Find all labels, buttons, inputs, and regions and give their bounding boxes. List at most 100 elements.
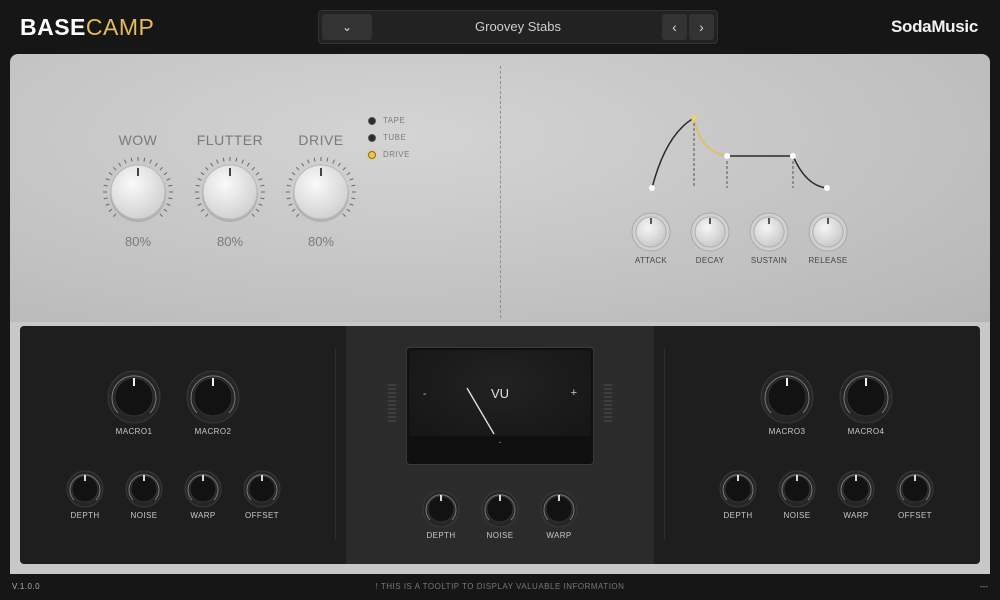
warp-label: WARP	[190, 511, 216, 520]
speaker-grille-right	[604, 384, 612, 424]
header-bar: BASECAMP ⌄ Groovey Stabs ‹ › SodaMusic	[0, 0, 1000, 54]
sustain-point[interactable]	[790, 153, 796, 159]
macro4-knob[interactable]	[836, 370, 896, 424]
noise-knob-group-center: NOISE	[475, 490, 525, 540]
depth-knob-group-left: DEPTH	[60, 470, 110, 520]
sustain-knob[interactable]	[739, 212, 799, 252]
flutter-value: 80%	[216, 234, 244, 249]
depth-label: DEPTH	[426, 531, 456, 540]
warp-knob[interactable]	[831, 470, 881, 508]
vu-center-mark: -	[498, 437, 502, 447]
macro3-knob[interactable]	[757, 370, 817, 424]
preset-prev-button[interactable]: ‹	[662, 14, 687, 40]
macro3-knob-group: MACRO3	[757, 370, 817, 436]
mode-tape[interactable]: TAPE	[368, 112, 410, 129]
vu-meter: - VU + -	[406, 347, 594, 465]
depth-knob-group-right: DEPTH	[713, 470, 763, 520]
logo-base: BASE	[20, 14, 86, 40]
offset-knob[interactable]	[237, 470, 287, 508]
chevron-left-icon: ‹	[672, 19, 677, 35]
warp-knob[interactable]	[178, 470, 228, 508]
release-knob[interactable]	[798, 212, 858, 252]
wow-knob-group: WOW 80%	[98, 132, 178, 249]
offset-knob-group-left: OFFSET	[237, 470, 287, 520]
chevron-right-icon: ›	[699, 19, 704, 35]
attack-knob-group: ATTACK	[621, 212, 681, 265]
noise-label: NOISE	[783, 511, 811, 520]
attack-label: ATTACK	[634, 256, 668, 265]
chevron-down-icon: ⌄	[341, 20, 353, 34]
release-knob-group: RELEASE	[798, 212, 858, 265]
preset-name[interactable]: Groovey Stabs	[379, 11, 657, 43]
warp-knob[interactable]	[534, 490, 584, 528]
wow-label: WOW	[118, 132, 158, 148]
drive-value: 80%	[307, 234, 335, 249]
panel-divider	[500, 66, 501, 318]
macro1-label: MACRO1	[115, 427, 153, 436]
decay-knob[interactable]	[680, 212, 740, 252]
mode-tube-label: TUBE	[383, 133, 407, 142]
warp-knob-group-right: WARP	[831, 470, 881, 520]
attack-knob[interactable]	[621, 212, 681, 252]
decay-knob-group: DECAY	[680, 212, 740, 265]
led-indicator	[368, 116, 376, 125]
decay-point[interactable]	[724, 153, 730, 159]
sustain-label: SUSTAIN	[750, 256, 788, 265]
wow-value: 80%	[124, 234, 152, 249]
macro-panel-left	[20, 326, 346, 564]
decay-label: DECAY	[695, 256, 725, 265]
macro2-knob-group: MACRO2	[183, 370, 243, 436]
macro3-label: MACRO3	[768, 427, 806, 436]
macro1-knob[interactable]	[104, 370, 164, 424]
sustain-knob-group: SUSTAIN	[739, 212, 799, 265]
depth-knob[interactable]	[60, 470, 110, 508]
offset-label: OFFSET	[245, 511, 279, 520]
vu-screen: - VU +	[409, 350, 591, 436]
drive-label: DRIVE	[298, 132, 344, 148]
wow-knob[interactable]	[102, 156, 174, 228]
preset-dropdown-button[interactable]: ⌄	[322, 14, 372, 40]
warp-label: WARP	[843, 511, 869, 520]
depth-knob-group-center: DEPTH	[416, 490, 466, 540]
brand-logo: SodaMusic	[890, 17, 978, 36]
flutter-knob[interactable]	[194, 156, 266, 228]
offset-knob-group-right: OFFSET	[890, 470, 940, 520]
warp-knob-group-left: WARP	[178, 470, 228, 520]
depth-knob[interactable]	[713, 470, 763, 508]
mode-tube[interactable]: TUBE	[368, 129, 410, 146]
envelope-start-point[interactable]	[649, 185, 655, 191]
logo-camp: CAMP	[85, 14, 155, 40]
depth-knob[interactable]	[416, 490, 466, 528]
preset-next-button[interactable]: ›	[689, 14, 714, 40]
mode-tape-label: TAPE	[383, 116, 406, 125]
flutter-knob-group: FLUTTER 80%	[190, 132, 270, 249]
led-indicator	[368, 150, 376, 159]
depth-label: DEPTH	[70, 511, 100, 520]
panel-separator	[664, 348, 665, 540]
macro-panel-right	[654, 326, 980, 564]
offset-label: OFFSET	[898, 511, 932, 520]
panel-separator	[335, 348, 336, 540]
offset-knob[interactable]	[890, 470, 940, 508]
saturation-mode-selector: TAPE TUBE DRIVE	[368, 112, 410, 163]
noise-knob[interactable]	[475, 490, 525, 528]
footer-bar: V.1.0.0 ! THIS IS A TOOLTIP TO DISPLAY V…	[0, 576, 1000, 600]
noise-knob[interactable]	[772, 470, 822, 508]
attack-peak-point[interactable]	[691, 115, 697, 121]
envelope-graph	[649, 115, 830, 191]
noise-label: NOISE	[130, 511, 158, 520]
depth-label: DEPTH	[723, 511, 753, 520]
macro2-label: MACRO2	[194, 427, 232, 436]
drive-knob[interactable]	[285, 156, 357, 228]
noise-knob-group-right: NOISE	[772, 470, 822, 520]
speaker-grille-left	[388, 384, 396, 424]
macro4-label: MACRO4	[847, 427, 885, 436]
noise-knob[interactable]	[119, 470, 169, 508]
noise-knob-group-left: NOISE	[119, 470, 169, 520]
macro2-knob[interactable]	[183, 370, 243, 424]
mode-drive-label: DRIVE	[383, 150, 410, 159]
noise-label: NOISE	[486, 531, 514, 540]
mode-drive[interactable]: DRIVE	[368, 146, 410, 163]
release-point[interactable]	[824, 185, 830, 191]
flutter-label: FLUTTER	[196, 132, 264, 148]
